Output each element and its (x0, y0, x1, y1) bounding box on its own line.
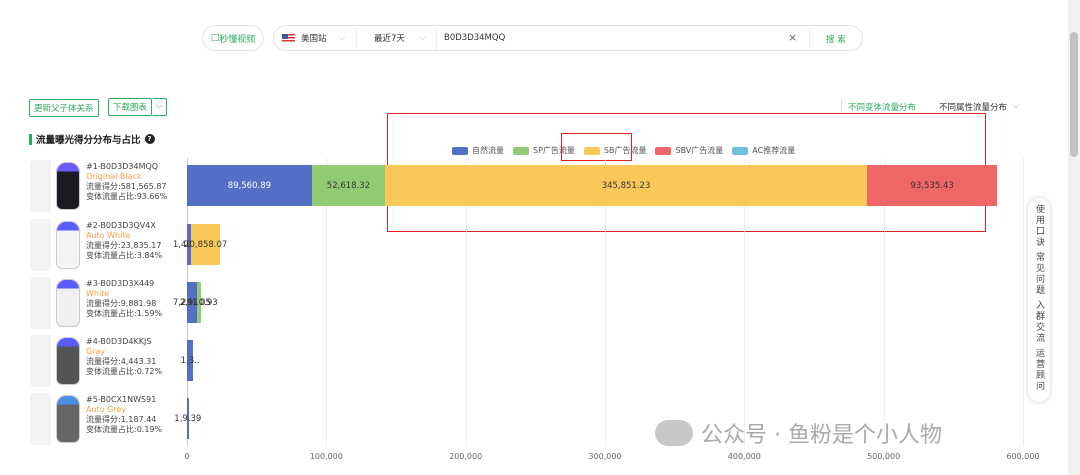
product-item[interactable]: #1-B0D3D34MQQ Original Black 流量得分:581,565.… (30, 160, 180, 212)
chevron-down-icon: ⌵ (338, 33, 346, 43)
product-item[interactable]: #2-B0D3D3QV4X Auto White 流量得分:23,835.17 变体流… (30, 219, 180, 271)
bar-row: 1,3.. (181, 340, 1023, 381)
bar-row: 1,403.6 20,858.07 (173, 224, 1023, 265)
site-select[interactable]: 美国站 ⌵ (282, 26, 356, 50)
chevron-down-icon: ⌵ (152, 98, 168, 116)
sidebar-item[interactable]: 常见问题 (1033, 252, 1045, 296)
video-button[interactable]: □ 秒懂视频 (202, 25, 264, 51)
update-relation-button[interactable]: 更新父子体关系 (29, 99, 99, 117)
bar-row: 89,560.89 52,618.32 345,851.23 93,535.43 (187, 165, 1023, 206)
section-title: 流量曝光得分分布与占比 ? (29, 132, 155, 146)
bar-data-label: 52,618.32 (326, 180, 371, 191)
bar-data-label: 345,851.23 (601, 180, 651, 191)
us-flag-icon (282, 33, 295, 43)
chevron-down-icon: ⌵ (1013, 101, 1020, 111)
product-image (30, 160, 82, 212)
product-image (30, 393, 82, 445)
x-tick-label: 500,000 (867, 452, 901, 461)
watermark: 公众号 · 鱼粉是个小人物 (655, 417, 942, 449)
x-tick-label: 400,000 (727, 452, 761, 461)
x-tick-label: 100,000 (309, 452, 343, 461)
period-select[interactable]: 最近7天 ⌵ (374, 26, 434, 50)
help-icon[interactable]: ? (144, 134, 155, 144)
product-image (30, 277, 82, 329)
bar-data-label: 89,560.89 (227, 180, 272, 191)
wechat-icon (655, 420, 693, 446)
video-icon: □ (210, 33, 220, 43)
chevron-down-icon: ⌵ (418, 33, 426, 43)
sidebar-item[interactable]: 使用口诀 (1033, 204, 1045, 248)
tab-variant-distribution[interactable]: 不同变体流量分布 (848, 101, 916, 113)
bar-row: 7,291.05 2,910.93 (173, 282, 1023, 323)
x-tick-label: 200,000 (449, 452, 483, 461)
bar-data-label: 93,535.43 (910, 180, 954, 191)
x-tick-label: 300,000 (588, 452, 622, 461)
gridline (1023, 158, 1024, 446)
product-item[interactable]: #3-B0D3D3X449 White 流量得分:9,881.98 变体流量占比:1.… (30, 277, 180, 329)
floating-help-sidebar: 使用口诀常见问题入群交流运营顾问 (1028, 198, 1050, 402)
search-bar: 美国站 ⌵ 最近7天 ⌵ B0D3D34MQQ × 搜 索 (273, 25, 863, 51)
x-tick-label: 600,000 (1006, 452, 1040, 461)
annotation-box-sb (561, 133, 632, 161)
search-button[interactable]: 搜 索 (826, 33, 846, 45)
tab-attribute-distribution[interactable]: 不同属性流量分布 ⌵ (939, 101, 1019, 113)
x-tick-label: 0 (184, 452, 190, 461)
sidebar-item[interactable]: 入群交流 (1033, 300, 1045, 344)
scrollbar[interactable] (1068, 0, 1080, 475)
product-image (30, 219, 82, 271)
scrollbar-thumb[interactable] (1070, 32, 1078, 157)
product-item[interactable]: #5-B0CX1NWS91 Auto Grey 流量得分:1,187.44 变体流量占… (30, 393, 180, 445)
product-image (30, 335, 82, 387)
download-chart-button[interactable]: 下载图表 ⌵ (108, 98, 168, 116)
asin-search-input[interactable]: B0D3D34MQQ (444, 26, 799, 50)
product-item[interactable]: #4-B0D3D4KKJS Gray 流量得分:4,443.31 变体流量占比:0.7… (30, 335, 180, 387)
clear-icon[interactable]: × (788, 31, 797, 44)
sidebar-item[interactable]: 运营顾问 (1033, 348, 1045, 392)
